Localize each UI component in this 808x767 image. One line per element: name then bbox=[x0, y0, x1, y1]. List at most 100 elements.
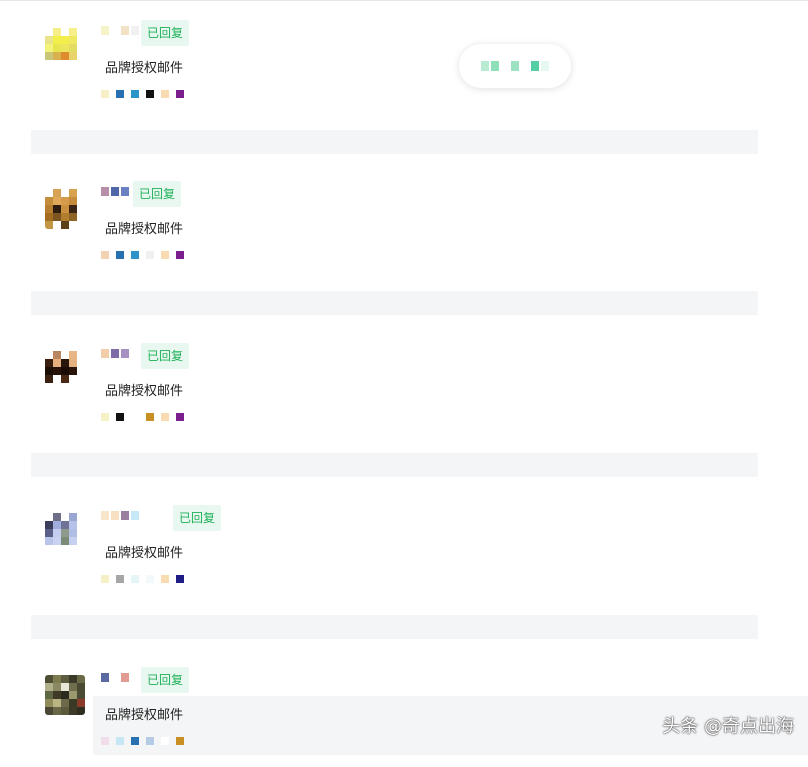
avatar-pixel bbox=[61, 513, 69, 521]
replied-status-badge: 已回复 bbox=[133, 181, 182, 207]
detail-pixel bbox=[131, 575, 139, 583]
avatar-pixel bbox=[45, 545, 53, 553]
avatar-pixel bbox=[45, 221, 53, 229]
avatar-pixel bbox=[77, 699, 85, 707]
avatar-pixel bbox=[69, 205, 77, 213]
avatar-pixel bbox=[69, 537, 77, 545]
detail-pixel bbox=[161, 413, 169, 421]
detail-pixel bbox=[146, 251, 154, 259]
avatar-pixel bbox=[69, 383, 77, 391]
avatar-pixel bbox=[77, 60, 85, 68]
list-separator bbox=[31, 130, 758, 154]
avatar-pixel bbox=[45, 351, 53, 359]
avatar-pixel bbox=[45, 60, 53, 68]
detail-pixel bbox=[146, 737, 154, 745]
avatar-pixel bbox=[61, 213, 69, 221]
avatar bbox=[45, 513, 85, 553]
avatar-pixel bbox=[45, 213, 53, 221]
avatar-pixel bbox=[61, 675, 69, 683]
message-detail-blurred bbox=[101, 413, 184, 422]
detail-pixel bbox=[161, 737, 169, 745]
avatar-pixel bbox=[45, 375, 53, 383]
list-separator bbox=[31, 615, 758, 639]
message-item[interactable]: 已回复 品牌授权邮件 bbox=[31, 10, 758, 120]
avatar-pixel bbox=[45, 197, 53, 205]
avatar-pixel bbox=[69, 707, 77, 715]
avatar-pixel bbox=[61, 691, 69, 699]
avatar-pixel bbox=[53, 359, 61, 367]
sender-name-blurred bbox=[101, 187, 129, 197]
avatar-pixel bbox=[45, 675, 53, 683]
avatar-pixel bbox=[61, 699, 69, 707]
avatar-pixel bbox=[61, 52, 69, 60]
list-separator bbox=[31, 453, 758, 477]
message-subject: 品牌授权邮件 bbox=[105, 222, 184, 237]
avatar-pixel bbox=[45, 383, 53, 391]
avatar-pixel bbox=[45, 205, 53, 213]
avatar-pixel bbox=[61, 521, 69, 529]
avatar-pixel bbox=[53, 351, 61, 359]
avatar-pixel bbox=[77, 545, 85, 553]
replied-status-badge: 已回复 bbox=[141, 667, 190, 693]
avatar-pixel bbox=[61, 367, 69, 375]
avatar-pixel bbox=[53, 36, 61, 44]
avatar-pixel bbox=[77, 351, 85, 359]
avatar-pixel bbox=[45, 683, 53, 691]
replied-status-badge: 已回复 bbox=[141, 20, 190, 46]
avatar-pixel bbox=[69, 699, 77, 707]
detail-pixel bbox=[146, 575, 154, 583]
avatar-pixel bbox=[77, 521, 85, 529]
detail-pixel bbox=[176, 90, 184, 98]
top-border bbox=[0, 0, 808, 1]
avatar bbox=[45, 189, 85, 229]
detail-pixel bbox=[101, 737, 109, 745]
name-pixel bbox=[131, 511, 139, 520]
detail-pixel bbox=[116, 90, 124, 98]
detail-pixel bbox=[101, 575, 109, 583]
detail-pixel bbox=[161, 575, 169, 583]
avatar-pixel bbox=[61, 197, 69, 205]
message-item[interactable]: 已回复 品牌授权邮件 bbox=[31, 657, 758, 767]
detail-pixel bbox=[101, 90, 109, 98]
avatar-pixel bbox=[53, 52, 61, 60]
avatar-pixel bbox=[77, 367, 85, 375]
avatar-pixel bbox=[61, 383, 69, 391]
avatar-pixel bbox=[53, 28, 61, 36]
name-pixel bbox=[111, 511, 119, 520]
sender-name-blurred bbox=[101, 349, 129, 359]
message-item[interactable]: 已回复 品牌授权邮件 bbox=[31, 495, 758, 605]
avatar-pixel bbox=[77, 529, 85, 537]
name-pixel bbox=[131, 26, 139, 35]
avatar-pixel bbox=[45, 367, 53, 375]
avatar-pixel bbox=[53, 521, 61, 529]
avatar-pixel bbox=[77, 537, 85, 545]
avatar-pixel bbox=[77, 707, 85, 715]
message-subject: 品牌授权邮件 bbox=[105, 384, 184, 399]
avatar-pixel bbox=[61, 205, 69, 213]
avatar-pixel bbox=[69, 521, 77, 529]
avatar-pixel bbox=[69, 60, 77, 68]
message-item[interactable]: 已回复 品牌授权邮件 bbox=[31, 333, 758, 443]
sender-name-blurred bbox=[101, 673, 129, 683]
avatar-pixel bbox=[45, 699, 53, 707]
detail-pixel bbox=[131, 251, 139, 259]
avatar-pixel bbox=[45, 707, 53, 715]
avatar-pixel bbox=[53, 537, 61, 545]
avatar-pixel bbox=[45, 36, 53, 44]
list-separator bbox=[31, 291, 758, 315]
avatar-pixel bbox=[77, 28, 85, 36]
name-pixel bbox=[111, 187, 119, 196]
detail-pixel bbox=[146, 413, 154, 421]
message-detail-blurred bbox=[101, 251, 184, 260]
name-pixel bbox=[121, 187, 129, 196]
avatar-pixel bbox=[53, 213, 61, 221]
message-detail-blurred bbox=[101, 737, 184, 746]
avatar-pixel bbox=[69, 513, 77, 521]
avatar-pixel bbox=[61, 707, 69, 715]
avatar-pixel bbox=[69, 197, 77, 205]
detail-pixel bbox=[176, 413, 184, 421]
avatar-pixel bbox=[53, 699, 61, 707]
avatar-pixel bbox=[77, 513, 85, 521]
avatar-pixel bbox=[69, 683, 77, 691]
message-item[interactable]: 已回复品牌授权邮件 bbox=[31, 171, 758, 281]
